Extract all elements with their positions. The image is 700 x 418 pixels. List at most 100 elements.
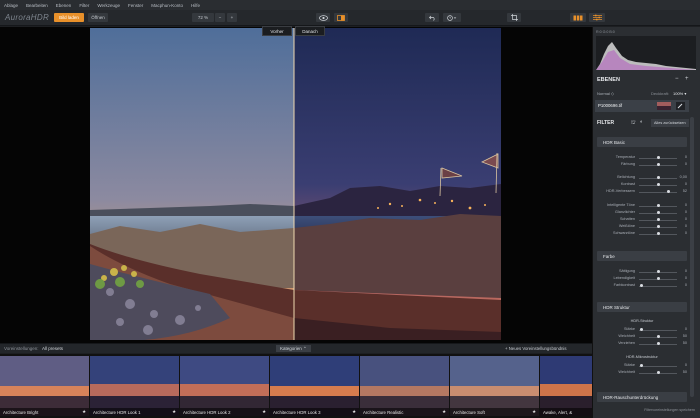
favorite-star-icon[interactable]: ★ (262, 409, 266, 415)
preset-thumbnail[interactable]: Architecture HDR Look 3 ★ (270, 356, 359, 416)
preset-name: Architecture HDR Look 2 (183, 409, 231, 415)
zoom-out-button[interactable]: − (215, 13, 225, 22)
slider-schatten[interactable]: Schatten 0 (597, 217, 687, 223)
slider-temperatur[interactable]: Temperatur 0 (597, 155, 687, 161)
favorite-star-icon[interactable]: ★ (352, 409, 356, 415)
menu-item-hilfe[interactable]: Hilfe (191, 3, 200, 8)
menu-item-filter[interactable]: Filter (79, 3, 89, 8)
layers-view-button[interactable] (570, 13, 586, 22)
favorite-star-icon[interactable]: ★ (82, 409, 86, 415)
preset-name: Architecture Bright (3, 409, 39, 415)
hdr-mikrostruktur-subtitle: HDR-Mikrostruktur (626, 355, 658, 359)
preset-thumbnail[interactable]: Architecture Bright ★ (0, 356, 89, 416)
opacity-value[interactable]: 100% ▾ (673, 91, 686, 96)
undo-button[interactable] (425, 13, 439, 22)
slider-hdr-verbessern[interactable]: HDR-Verbessern 52 (597, 189, 687, 195)
slider-lebendigkeit[interactable]: Lebendigkeit 0 (597, 276, 687, 282)
favorite-star-icon[interactable]: ★ (172, 409, 176, 415)
after-label: Danach (295, 26, 325, 36)
remove-layer-button[interactable]: − (675, 76, 679, 82)
add-image-button[interactable]: Bild laden (54, 13, 84, 22)
zoom-in-button[interactable]: + (227, 13, 237, 22)
slider-struktur-weichheit[interactable]: Weichheit 50 (597, 334, 687, 340)
section-hdr-rauschunterdrueckung[interactable]: HDR-Rauschunterdrückung (597, 392, 687, 402)
preset-thumbnail[interactable]: Architecture HDR Look 2 ★ (180, 356, 269, 416)
slider-struktur-verziehen[interactable]: Verziehen 50 (597, 341, 687, 347)
preset-name: Architecture HDR Look 1 (93, 409, 141, 415)
history-button[interactable] (443, 13, 461, 22)
histogram-chart (596, 36, 696, 70)
sliders-icon (592, 14, 602, 21)
slider-intelligente-toene[interactable]: Intelligente Töne 0 (597, 203, 687, 209)
menu-item-bearbeiten[interactable]: Bearbeiten (26, 3, 48, 8)
section-hdr-struktur[interactable]: HDR Struktur (597, 302, 687, 312)
preset-filmstrip: Architecture Bright ★ Architecture HDR Lo… (0, 354, 592, 418)
slider-belichtung[interactable]: Belichtung 0,00 (597, 175, 687, 181)
favorite-star-icon[interactable]: ★ (532, 409, 536, 415)
panels-icon (573, 15, 583, 20)
preview-eye-button[interactable] (316, 13, 330, 22)
menu-item-ablage[interactable]: Ablage (4, 3, 18, 8)
preset-thumbnail[interactable]: Architecture Soft ★ (450, 356, 539, 416)
undo-icon (428, 15, 435, 21)
categories-button[interactable]: Kategorien ⌃ (276, 345, 311, 352)
menu-bar: Ablage Bearbeiten Ebenen Filter Werkzeug… (0, 0, 700, 10)
preset-preview-image (0, 356, 89, 416)
preset-name: Architecture Soft (453, 409, 485, 415)
section-hdr-basic[interactable]: HDR Basic (597, 137, 687, 147)
before-label: Vorher (262, 26, 292, 36)
filter-title: FILTER (597, 120, 615, 126)
filters-view-button[interactable] (589, 13, 605, 22)
preset-preview-image (450, 356, 539, 416)
layer-thumbnail (657, 102, 671, 110)
preset-thumbnail[interactable]: Awake, Alert, & (540, 356, 592, 416)
eye-icon (318, 14, 328, 21)
preset-thumbnail[interactable]: Architecture HDR Look 1 ★ (90, 356, 179, 416)
slider-kontrast[interactable]: Kontrast 0 (597, 182, 687, 188)
layers-title: EBENEN (597, 77, 620, 83)
menu-item-werkzeuge[interactable]: Werkzeuge (97, 3, 120, 8)
image-viewer[interactable]: Vorher Danach (0, 26, 592, 343)
opacity-label: Deckkraft: (651, 91, 670, 96)
preset-name: Architecture Realistic (363, 409, 404, 415)
slider-mikro-staerke[interactable]: Stärke 0 (597, 363, 687, 369)
histogram-info: R:0 G:0 B:0 (596, 30, 615, 34)
add-layer-button[interactable]: + (685, 76, 689, 82)
slider-glanzlichter[interactable]: Glanzlichter 0 (597, 210, 687, 216)
history-icon (447, 14, 457, 21)
compare-icon (337, 14, 345, 21)
section-farbe[interactable]: Farbe (597, 251, 687, 261)
slider-saettigung[interactable]: Sättigung 0 (597, 269, 687, 275)
photo-canvas[interactable] (90, 28, 501, 340)
slider-faerbung[interactable]: Färbung 0 (597, 162, 687, 168)
preset-preview-image (270, 356, 359, 416)
menu-item-fenster[interactable]: Fenster (128, 3, 143, 8)
preset-thumbnail[interactable]: Architecture Realistic ★ (360, 356, 449, 416)
brush-icon (676, 102, 685, 110)
save-filter-presets-button[interactable]: Filtervoreinstellungen speichern (597, 408, 695, 412)
slider-farbkontrast[interactable]: Farbkontrast 0 (597, 283, 687, 289)
slider-mikro-weichheit[interactable]: Weichheit 50 (597, 370, 687, 376)
presets-filter-value[interactable]: All presets (42, 346, 63, 351)
slider-schwarztoene[interactable]: Schwarztöne 0 (597, 231, 687, 237)
slider-struktur-staerke[interactable]: Stärke 0 (597, 327, 687, 333)
menu-item-ebenen[interactable]: Ebenen (56, 3, 72, 8)
zoom-dropdown[interactable]: 72 % (192, 13, 214, 22)
compare-button[interactable] (334, 13, 348, 22)
crop-icon (510, 14, 518, 21)
panel-scrollbar[interactable] (690, 117, 694, 397)
preset-name: Architecture HDR Look 3 (273, 409, 321, 415)
new-preset-pack-button[interactable]: + Neues Voreinstellungsbündnis (505, 346, 567, 351)
filter-catalog-icon[interactable]: ⛫ (631, 120, 636, 127)
layer-row[interactable]: P1000696.tif (595, 100, 689, 112)
preset-preview-image (540, 356, 592, 416)
favorite-star-icon[interactable]: ★ (442, 409, 446, 415)
mask-icon[interactable]: ◐ (640, 119, 643, 125)
open-button[interactable]: Öffnen (88, 13, 108, 22)
reset-all-button[interactable]: Alles zurücksetzen (651, 119, 689, 127)
crop-button[interactable] (507, 13, 521, 22)
blend-mode-select[interactable]: Normal ◇ (597, 91, 614, 96)
menu-item-macphun-konto[interactable]: Macphun-Konto (151, 3, 183, 8)
right-panel: R:0 G:0 B:0 EBENEN − + Normal ◇ Deckkraf… (592, 27, 700, 418)
slider-weisstoene[interactable]: Weißtöne 0 (597, 224, 687, 230)
